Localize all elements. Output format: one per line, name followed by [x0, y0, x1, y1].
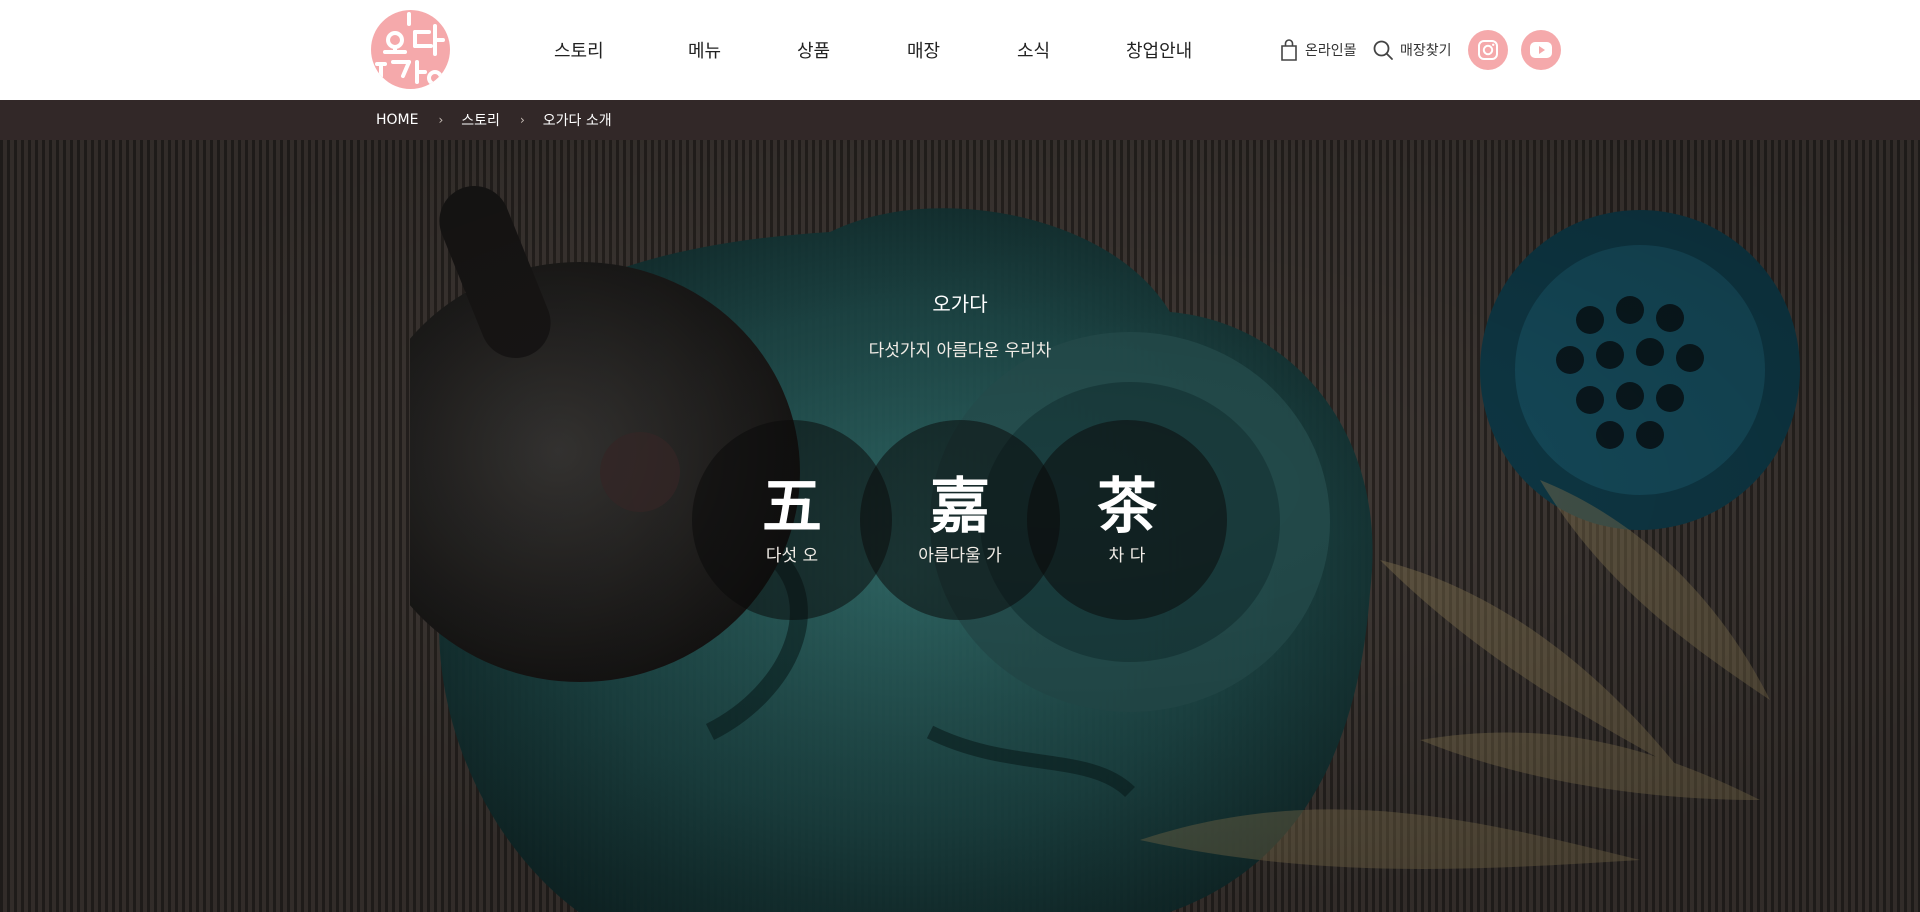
chevron-right-icon: ›	[438, 113, 444, 127]
shopping-bag-icon	[1281, 39, 1297, 61]
nav-item-menu[interactable]: 메뉴	[688, 37, 721, 63]
breadcrumb-bar: HOME › 스토리 › 오가다 소개	[0, 100, 1920, 140]
nav-item-news[interactable]: 소식	[1017, 37, 1050, 63]
hanja-circle-tea: 茶 차 다	[1027, 420, 1227, 620]
hanja-meaning: 다섯 오	[765, 545, 819, 566]
instagram-icon	[1478, 40, 1498, 60]
logo-mark	[375, 12, 445, 86]
brand-logo[interactable]	[371, 10, 450, 89]
online-mall-link[interactable]: 온라인몰	[1279, 30, 1357, 70]
breadcrumb-current: 오가다 소개	[542, 113, 612, 129]
breadcrumb: HOME › 스토리 › 오가다 소개	[376, 100, 612, 140]
breadcrumb-home[interactable]: HOME	[376, 112, 418, 128]
youtube-icon	[1530, 42, 1552, 58]
search-icon	[1373, 40, 1393, 60]
store-finder-link[interactable]: 매장찾기	[1372, 30, 1452, 70]
chevron-right-icon: ›	[519, 113, 525, 127]
nav-item-products[interactable]: 상품	[797, 37, 830, 63]
store-finder-label: 매장찾기	[1400, 43, 1452, 59]
youtube-button[interactable]	[1521, 30, 1561, 70]
site-header: 스토리 메뉴 상품 매장 소식 창업안내 온라인몰 매장찾기	[0, 0, 1920, 100]
nav-item-stores[interactable]: 매장	[907, 37, 940, 63]
hero-subtitle: 다섯가지 아름다운 우리차	[868, 341, 1052, 361]
instagram-button[interactable]	[1468, 30, 1508, 70]
hanja-character: 茶	[1097, 471, 1157, 542]
hanja-meaning: 차 다	[1108, 545, 1146, 566]
hanja-character: 五	[762, 471, 822, 542]
hanja-character: 嘉	[930, 471, 990, 542]
hero-section: 오가다 다섯가지 아름다운 우리차 五 다섯 오 嘉 아름다울 가 茶 차 다	[0, 140, 1920, 912]
hero-title: 오가다	[932, 292, 988, 316]
breadcrumb-story[interactable]: 스토리	[461, 110, 500, 130]
nav-item-story[interactable]: 스토리	[554, 37, 604, 63]
hanja-meaning: 아름다울 가	[918, 545, 1002, 566]
nav-item-franchise[interactable]: 창업안내	[1126, 37, 1192, 63]
online-mall-label: 온라인몰	[1305, 43, 1357, 59]
